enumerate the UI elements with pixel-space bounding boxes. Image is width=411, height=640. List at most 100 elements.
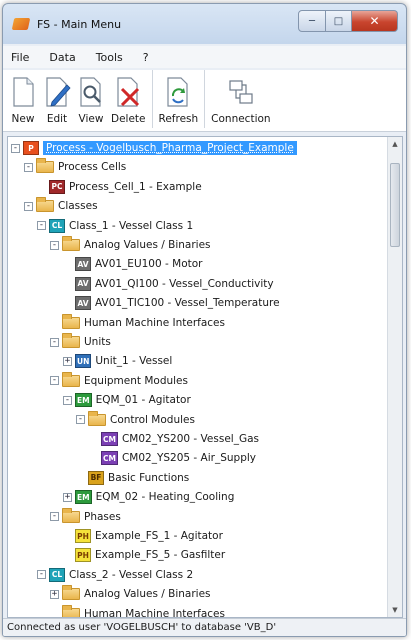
collapse-icon[interactable]: - [50,376,59,386]
scroll-down-arrow[interactable]: ▼ [388,603,402,617]
status-bar: Connected as user 'VOGELBUSCH' to databa… [3,618,406,636]
tree-node[interactable]: AV AV01_QI100 - Vessel_Conductivity [63,275,274,293]
expand-icon[interactable]: + [50,589,59,599]
tree-node[interactable]: AV AV01_EU100 - Motor [63,255,202,273]
tree-node[interactable]: - Analog Values / Binaries [50,236,211,254]
tree-node[interactable]: - P Process - Vogelbusch_Pharma_Project_Ex… [11,139,297,157]
tree-node-label: EQM_02 - Heating_Cooling [95,491,235,504]
tree-node-label: Basic Functions [108,471,190,484]
folder-icon [62,313,80,329]
delete-x-icon [117,77,140,107]
collapse-icon[interactable]: - [37,221,46,231]
tree-node-label: Units [84,336,111,348]
connection-button[interactable]: Connection [211,70,271,128]
view-magnifier-icon [80,77,101,107]
node-type-icon: P [23,141,39,155]
tree-scrollbar[interactable]: ▲ ▼ [387,137,402,617]
node-type-icon: UN [75,354,92,369]
collapse-icon[interactable]: - [50,337,59,347]
new-button[interactable]: New [9,70,37,128]
node-type-icon: EM [75,490,92,505]
connection-label: Connection [211,113,271,125]
title-bar[interactable]: FS - Main Menu ─ □ ✕ [3,4,406,42]
edit-button[interactable]: Edit [43,70,71,128]
tree-node-label: Analog Values / Binaries [84,588,211,601]
collapse-icon[interactable]: - [11,143,20,153]
collapse-icon[interactable]: - [24,162,33,172]
tree-node-label: Equipment Modules [84,374,188,387]
scroll-up-arrow[interactable]: ▲ [388,137,402,151]
tree-node-label: Unit_1 - Vessel [95,355,173,368]
folder-icon [62,371,80,387]
menu-tools[interactable]: Tools [96,51,123,64]
node-type-icon: AV [75,296,91,311]
expand-icon[interactable]: + [63,356,72,366]
node-type-icon: PH [75,548,91,563]
tree-node-label: Phases [84,510,121,523]
folder-icon [62,507,80,523]
collapse-icon[interactable]: - [63,395,72,405]
folder-icon [62,604,80,617]
window-controls: ─ □ ✕ [298,10,398,32]
tree-node[interactable]: - Equipment Modules [50,371,188,390]
tree-node[interactable]: - CL Class_1 - Vessel Class 1 [37,217,193,235]
collapse-icon[interactable]: - [24,201,33,211]
tree-node[interactable]: + UN Unit_1 - Vessel [63,352,172,370]
tree-node[interactable]: - Phases [50,507,121,526]
tree-node[interactable]: AV AV01_TIC100 - Vessel_Temperature [63,294,280,312]
process-tree[interactable]: ▲ ▼ - P Process - Vogelbusch_Pharma_Projec… [7,136,403,618]
tree-node-label: EQM_01 - Agitator [95,394,191,407]
node-type-icon: AV [75,276,91,291]
main-menu-window: FS - Main Menu ─ □ ✕ File Data Tools ? N… [2,3,407,637]
tree-node[interactable]: Human Machine Interfaces [50,604,225,617]
tree-node-label: AV01_QI100 - Vessel_Conductivity [95,277,274,290]
app-icon [11,18,31,30]
menu-data[interactable]: Data [49,51,75,64]
node-type-icon: CM [101,432,118,446]
tree-node-label: Process Cells [58,161,127,174]
tree-node-label: Process_Cell_1 - Example [69,180,202,193]
collapse-icon[interactable]: - [50,512,59,522]
tree-node[interactable]: + EM EQM_02 - Heating_Cooling [63,488,234,506]
tree-node[interactable]: PC Process_Cell_1 - Example [37,178,202,196]
tree-node[interactable]: - EM EQM_01 - Agitator [63,391,191,409]
node-type-icon: CM [101,451,118,466]
tree-node-label: Class_2 - Vessel Class 2 [69,568,194,581]
collapse-icon[interactable]: - [50,240,59,250]
tree-node-label: Process - Vogelbusch_Pharma_Project_Exam… [43,141,297,155]
minimize-button[interactable]: ─ [298,10,326,32]
expand-icon[interactable]: + [63,492,72,502]
delete-button[interactable]: Delete [111,70,153,128]
tree-node[interactable]: - Control Modules [76,410,195,429]
menu-bar: File Data Tools ? [3,46,406,68]
node-type-icon: AV [75,257,91,272]
folder-icon [36,197,54,213]
menu-help[interactable]: ? [143,51,149,64]
tree-node[interactable]: PH Example_FS_1 - Agitator [63,527,223,545]
tree-node-label: Classes [58,200,98,213]
delete-label: Delete [111,113,146,125]
tree-node[interactable]: + Analog Values / Binaries [50,585,211,603]
tree-node[interactable]: CM CM02_YS200 - Vessel_Gas [89,430,259,448]
new-label: New [11,113,35,125]
edit-label: Edit [46,113,68,125]
refresh-button[interactable]: Refresh [159,70,206,128]
menu-file[interactable]: File [11,51,29,64]
tree-node[interactable]: - Classes [24,197,98,215]
view-button[interactable]: View [77,70,105,128]
collapse-icon[interactable]: - [76,415,85,425]
tree-node[interactable]: Human Machine Interfaces [50,313,225,332]
tree-node[interactable]: - Process Cells [24,158,126,176]
collapse-icon[interactable]: - [37,570,46,580]
tree-node-label: Control Modules [110,413,195,426]
tree-node[interactable]: CM CM02_YS205 - Air_Supply [89,449,256,467]
tree-node[interactable]: PH Example_FS_5 - Gasfilter [63,546,225,564]
tree-node[interactable]: - Units [50,333,111,351]
close-button[interactable]: ✕ [352,10,398,32]
maximize-button[interactable]: □ [326,10,352,32]
scroll-thumb[interactable] [390,163,400,247]
tree-node[interactable]: BF Basic Functions [76,469,189,487]
tree-node[interactable]: - CL Class_2 - Vessel Class 2 [37,566,193,584]
